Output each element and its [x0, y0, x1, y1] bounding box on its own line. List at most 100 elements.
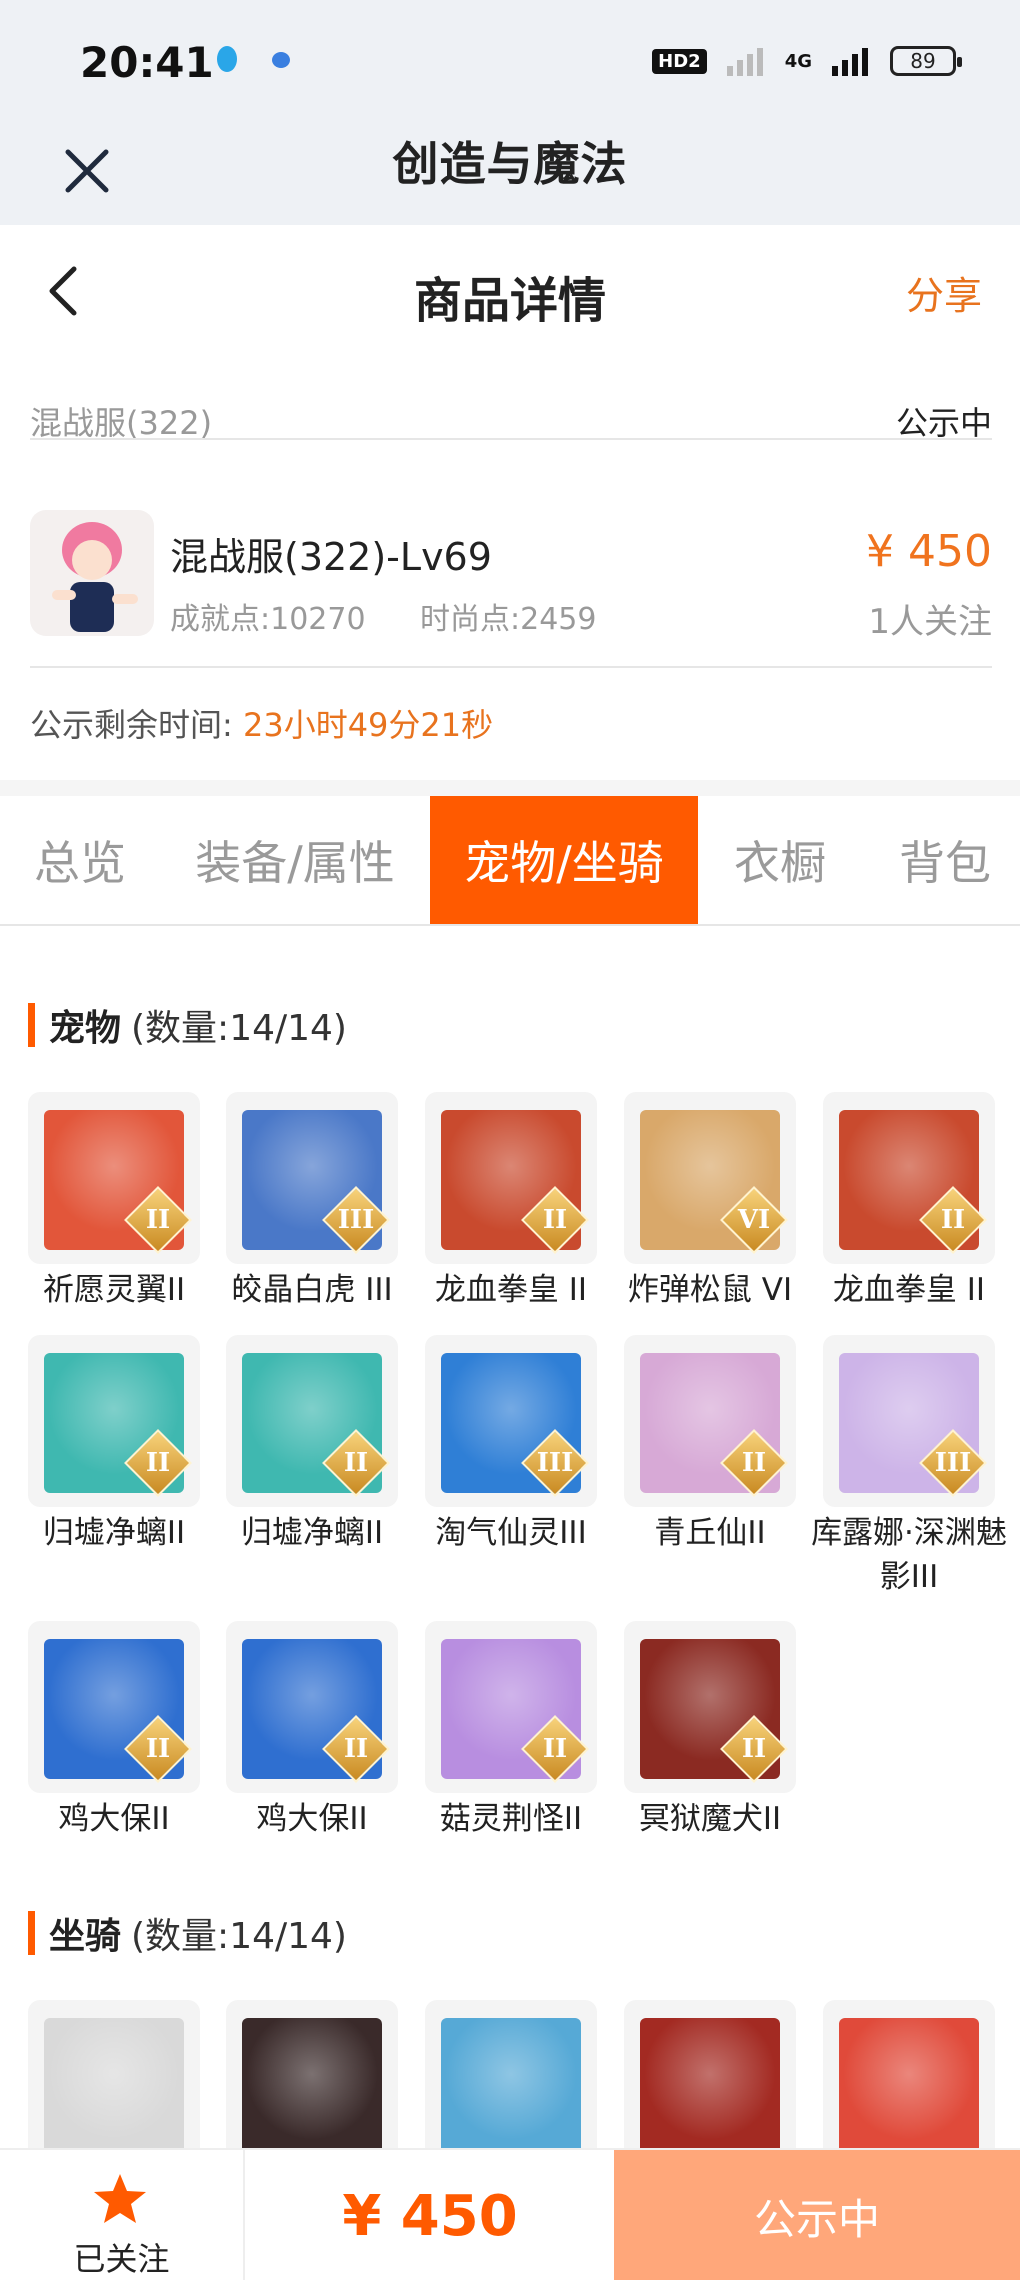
- avatar: [30, 510, 154, 636]
- status-time: 20:41: [80, 38, 214, 87]
- pet-thumbnail: II: [624, 1621, 796, 1793]
- grade-numeral: III: [536, 1448, 574, 1478]
- pet-thumbnail: II: [28, 1621, 200, 1793]
- pet-thumbnail: II: [226, 1621, 398, 1793]
- mount-portrait: [44, 2018, 184, 2158]
- mount-portrait: [441, 2018, 581, 2158]
- bottom-bar: 已关注 ¥ 450 公示中: [0, 2148, 1020, 2280]
- countdown-row: 公示剩余时间: 23小时49分21秒: [30, 700, 493, 746]
- pet-thumbnail: III: [226, 1092, 398, 1264]
- server-status: 公示中: [895, 404, 992, 442]
- grade-numeral: II: [542, 1734, 568, 1764]
- pet-name: 菇灵荆怪II: [439, 1801, 583, 1837]
- pets-count: (数量:14/14): [131, 1008, 347, 1049]
- mount-card[interactable]: [823, 2000, 995, 2172]
- grade-numeral: III: [934, 1448, 972, 1478]
- tab-backpack[interactable]: 背包: [870, 796, 1020, 924]
- pet-card[interactable]: II 鸡大保II: [226, 1621, 398, 1841]
- grade-numeral: II: [145, 1448, 171, 1478]
- grade-numeral: II: [741, 1448, 767, 1478]
- tab-wardrobe[interactable]: 衣橱: [710, 796, 850, 924]
- mount-card[interactable]: [624, 2000, 796, 2172]
- mount-portrait: [640, 2018, 780, 2158]
- battery-level: 89: [910, 49, 936, 73]
- pet-card[interactable]: II 鸡大保II: [28, 1621, 200, 1841]
- pet-card[interactable]: II 归墟净螭II: [28, 1335, 200, 1555]
- pet-name: 鸡大保II: [58, 1801, 170, 1837]
- pet-card[interactable]: II 龙血拳皇 II: [823, 1092, 995, 1312]
- mount-portrait: [839, 2018, 979, 2158]
- grade-numeral: II: [145, 1205, 171, 1235]
- pet-name: 皎晶白虎 III: [231, 1272, 393, 1308]
- share-button[interactable]: 分享: [906, 265, 982, 320]
- pet-thumbnail: II: [425, 1621, 597, 1793]
- pet-card[interactable]: VI 炸弹松鼠 VI: [624, 1092, 796, 1312]
- mount-card[interactable]: [226, 2000, 398, 2172]
- pet-card[interactable]: II 菇灵荆怪II: [425, 1621, 597, 1841]
- pet-card[interactable]: II 归墟净螭II: [226, 1335, 398, 1555]
- pets-section-title: 宠物 (数量:14/14): [28, 1000, 347, 1050]
- pet-thumbnail: VI: [624, 1092, 796, 1264]
- grade-numeral: VI: [737, 1205, 771, 1235]
- pet-thumbnail: III: [425, 1335, 597, 1507]
- pet-card[interactable]: III 皎晶白虎 III: [226, 1092, 398, 1312]
- mount-card[interactable]: [28, 2000, 200, 2172]
- pet-card[interactable]: III 淘气仙灵III: [425, 1335, 597, 1555]
- grade-numeral: II: [145, 1734, 171, 1764]
- grade-numeral: II: [343, 1448, 369, 1478]
- pet-thumbnail: II: [226, 1335, 398, 1507]
- pet-name: 冥狱魔犬II: [638, 1801, 782, 1837]
- pet-thumbnail: II: [28, 1092, 200, 1264]
- signal-strong-icon: [832, 48, 868, 76]
- network-type: 4G: [784, 50, 812, 72]
- grade-numeral: II: [741, 1734, 767, 1764]
- pet-name: 龙血拳皇 II: [832, 1272, 986, 1308]
- pet-name: 龙血拳皇 II: [434, 1272, 588, 1308]
- role-price: ¥ 450: [866, 526, 992, 577]
- section-divider: [0, 780, 1020, 796]
- mount-thumbnail: [823, 2000, 995, 2172]
- pet-name: 炸弹松鼠 VI: [627, 1272, 793, 1308]
- fashion-points: 时尚点:2459: [420, 602, 597, 637]
- mount-thumbnail: [425, 2000, 597, 2172]
- mount-thumbnail: [624, 2000, 796, 2172]
- app-header: 创造与魔法: [0, 118, 1020, 225]
- character-portrait: [52, 522, 138, 632]
- pet-name: 青丘仙II: [654, 1515, 766, 1551]
- tab-bar: 总览 装备/属性 宠物/坐骑 衣橱 背包: [0, 796, 1020, 926]
- grade-numeral: II: [940, 1205, 966, 1235]
- pet-name: 库露娜·深渊魅影III: [811, 1515, 1007, 1595]
- mounts-title: 坐骑: [49, 1916, 122, 1957]
- pet-card[interactable]: II 冥狱魔犬II: [624, 1621, 796, 1841]
- pet-card[interactable]: II 祈愿灵翼II: [28, 1092, 200, 1312]
- server-row: 混战服(322) 公示中: [30, 380, 992, 442]
- tab-equipment[interactable]: 装备/属性: [180, 796, 410, 924]
- pet-card[interactable]: III 库露娜·深渊魅影III: [811, 1335, 1007, 1599]
- pet-name: 归墟净螭II: [42, 1515, 186, 1551]
- role-card[interactable]: 混战服(322)-Lv69 成就点:10270 时尚点:2459 ¥ 450 1…: [30, 510, 992, 668]
- tab-pets-mounts[interactable]: 宠物/坐骑: [430, 796, 698, 924]
- follow-label: 已关注: [73, 2240, 170, 2278]
- section-bar: [28, 1911, 35, 1955]
- role-name: 混战服(322)-Lv69: [170, 535, 492, 579]
- mount-thumbnail: [28, 2000, 200, 2172]
- pet-thumbnail: II: [28, 1335, 200, 1507]
- page-header: 商品详情 分享: [0, 225, 1020, 355]
- feather-app-icon: [272, 52, 290, 68]
- signal-weak-icon: [726, 48, 763, 76]
- follow-button[interactable]: 已关注: [0, 2150, 245, 2280]
- pet-card[interactable]: II 龙血拳皇 II: [425, 1092, 597, 1312]
- grade-numeral: III: [337, 1205, 375, 1235]
- server-name: 混战服(322): [30, 404, 213, 442]
- tab-overview[interactable]: 总览: [0, 796, 160, 924]
- status-bar: 20:41 HD2 4G 89: [0, 0, 1020, 118]
- pet-card[interactable]: II 青丘仙II: [624, 1335, 796, 1555]
- mount-card[interactable]: [425, 2000, 597, 2172]
- star-icon: [94, 2174, 146, 2223]
- mounts-count: (数量:14/14): [131, 1916, 347, 1957]
- mount-thumbnail: [226, 2000, 398, 2172]
- status-button[interactable]: 公示中: [614, 2150, 1020, 2280]
- achievement-points: 成就点:10270: [170, 602, 366, 637]
- bottom-price: ¥ 450: [342, 2183, 518, 2249]
- pet-thumbnail: II: [425, 1092, 597, 1264]
